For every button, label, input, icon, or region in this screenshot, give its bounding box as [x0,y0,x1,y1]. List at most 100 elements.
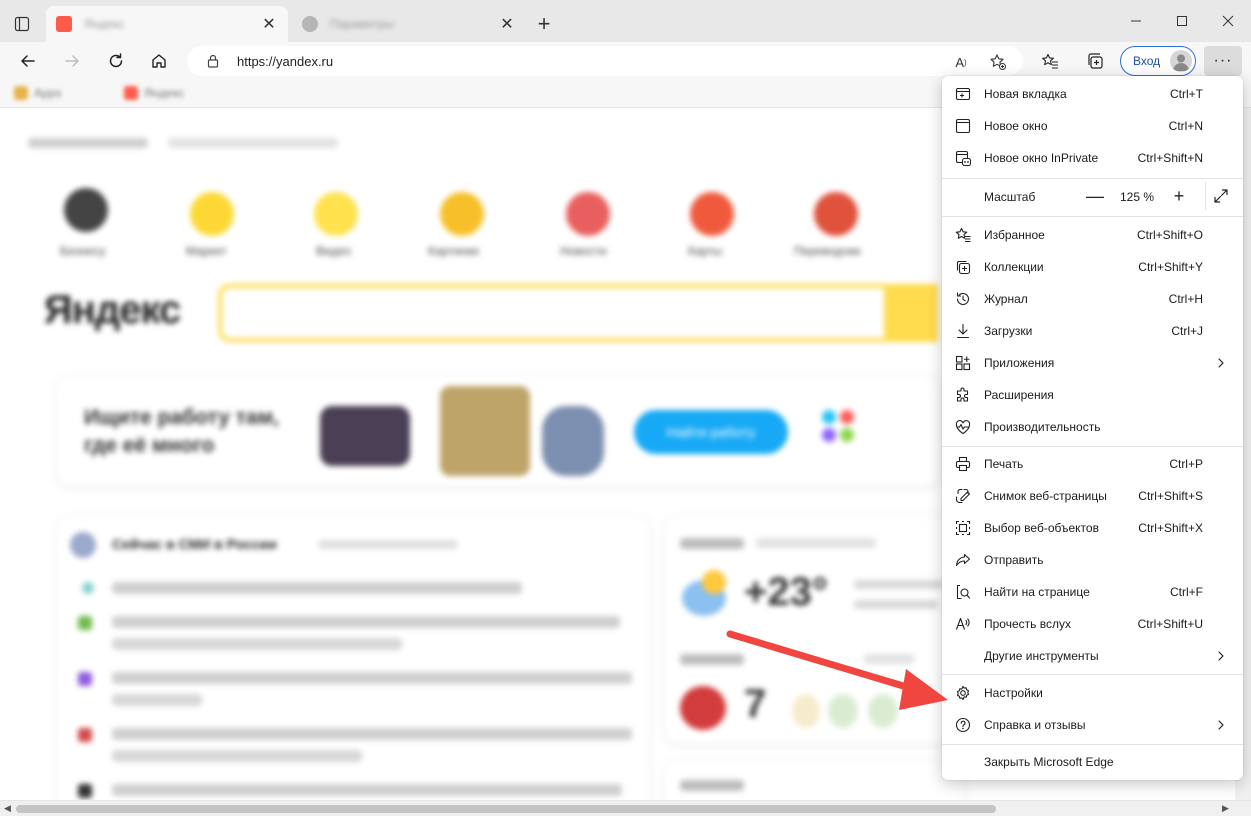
menu-item-collections[interactable]: Коллекции Ctrl+Shift+Y [942,251,1243,283]
tab-actions-icon[interactable] [10,12,34,36]
news-bullet [78,784,92,798]
search-button[interactable] [884,284,938,342]
service-icon[interactable] [64,188,108,232]
favorite-apps[interactable]: Apps [14,86,61,100]
menu-item-favorites[interactable]: Избранное Ctrl+Shift+O [942,219,1243,251]
address-bar[interactable]: https://yandex.ru A) [187,46,1023,76]
zoom-label: Масштаб [984,190,1036,204]
service-icon[interactable] [566,192,610,236]
menu-item-new-window[interactable]: Новое окно Ctrl+N [942,110,1243,142]
news-headline[interactable] [112,694,202,706]
menu-item-shortcut: Ctrl+P [1169,457,1203,471]
service-icon[interactable] [814,192,858,236]
page-header-line [168,138,338,148]
news-headline[interactable] [112,672,632,684]
news-bullet [78,728,92,742]
yandex-favicon-icon [56,16,72,32]
avatar-icon [1170,50,1192,72]
page-header-line [28,138,148,148]
maximize-button[interactable] [1159,6,1205,36]
add-favorite-icon[interactable] [987,51,1009,73]
menu-item-settings[interactable]: Настройки [942,677,1243,709]
print-icon [955,456,971,472]
ad-button[interactable]: Найти работу [634,410,788,454]
tab-title: Яндекс [84,17,125,31]
forward-button[interactable] [57,46,87,76]
menu-item-label: Коллекции [984,260,1044,274]
zoom-value: 125 % [1120,190,1155,204]
collections-icon [956,260,971,275]
refresh-button[interactable] [101,46,131,76]
scroll-right-icon[interactable]: ▶ [1222,803,1229,814]
web-select-icon [955,520,971,536]
fullscreen-button[interactable] [1209,184,1233,208]
home-button[interactable] [144,46,174,76]
menu-item-performance[interactable]: Производительность [942,411,1243,443]
scrollbar-thumb[interactable] [16,805,996,813]
ad-banner[interactable]: Ищите работу там, где её много Найти раб… [56,376,940,486]
new-tab-button[interactable]: + [532,11,556,36]
service-icon[interactable] [440,192,484,236]
news-headline[interactable] [112,638,402,650]
service-icon[interactable] [690,192,734,236]
weather-header [680,538,744,549]
settings-favicon-icon [302,16,318,32]
menu-item-web-select[interactable]: Выбор веб-объектов Ctrl+Shift+X [942,512,1243,544]
chevron-right-icon [1218,651,1224,661]
news-headline[interactable] [112,582,522,594]
menu-item-close-edge[interactable]: Закрыть Microsoft Edge [942,746,1243,778]
settings-and-more-button[interactable]: ··· [1204,46,1242,76]
menu-item-more-tools[interactable]: Другие инструменты [942,640,1243,672]
menu-divider [942,674,1243,675]
menu-item-read-aloud[interactable]: Прочесть вслух Ctrl+Shift+U [942,608,1243,640]
menu-item-find-on-page[interactable]: Найти на странице Ctrl+F [942,576,1243,608]
favorites-icon [955,227,971,243]
quotes-card [664,760,964,800]
menu-item-apps[interactable]: Приложения [942,347,1243,379]
favorite-label: Apps [34,86,62,100]
menu-item-extensions[interactable]: Расширения [942,379,1243,411]
menu-item-web-capture[interactable]: Снимок веб-страницы Ctrl+Shift+S [942,480,1243,512]
news-headline[interactable] [112,728,632,740]
menu-item-new-inprivate[interactable]: Новое окно InPrivate Ctrl+Shift+N [942,142,1243,174]
chevron-right-icon [1218,720,1224,730]
menu-item-print[interactable]: Печать Ctrl+P [942,448,1243,480]
menu-item-label: Расширения [984,388,1054,402]
service-icon[interactable] [190,192,234,236]
news-headline[interactable] [112,784,622,796]
collections-button[interactable] [1080,46,1110,76]
back-button[interactable] [13,46,43,76]
zoom-in-button[interactable]: + [1167,184,1191,208]
news-headline[interactable] [112,750,362,762]
tab-yandex[interactable]: Яндекс ✕ [46,6,288,42]
close-window-button[interactable] [1205,6,1251,36]
service-label: Маркет [186,244,227,258]
url-text[interactable]: https://yandex.ru [237,54,333,69]
favorite-label: Яндекс [144,86,185,100]
tab-title: Параметры [330,17,394,31]
menu-item-new-tab[interactable]: Новая вкладка Ctrl+T [942,78,1243,110]
toolbar: https://yandex.ru A) Вход ··· [0,42,1251,80]
lock-icon[interactable] [207,54,219,71]
horizontal-scrollbar[interactable]: ◀ ▶ [0,800,1251,816]
menu-item-help-feedback[interactable]: Справка и отзывы [942,709,1243,741]
service-icon[interactable] [314,192,358,236]
menu-item-share[interactable]: Отправить [942,544,1243,576]
profile-login-button[interactable]: Вход [1120,46,1196,76]
tab-settings[interactable]: Параметры ✕ [292,6,526,42]
menu-item-downloads[interactable]: Загрузки Ctrl+J [942,315,1243,347]
minimize-button[interactable] [1113,6,1159,36]
menu-item-history[interactable]: Журнал Ctrl+H [942,283,1243,315]
search-input[interactable] [218,284,938,342]
menu-item-label: Настройки [984,686,1043,700]
tab-close-icon[interactable]: ✕ [260,15,278,33]
share-icon [955,553,971,567]
favorites-button[interactable] [1035,46,1065,76]
read-aloud-icon[interactable]: A) [950,51,972,73]
news-headline[interactable] [112,616,620,628]
tab-close-icon[interactable]: ✕ [498,15,516,33]
scroll-left-icon[interactable]: ◀ [4,803,11,814]
zoom-out-button[interactable]: — [1083,184,1107,208]
traffic-score: 7 [744,682,767,726]
favorite-yandex[interactable]: Яндекс [124,86,184,100]
